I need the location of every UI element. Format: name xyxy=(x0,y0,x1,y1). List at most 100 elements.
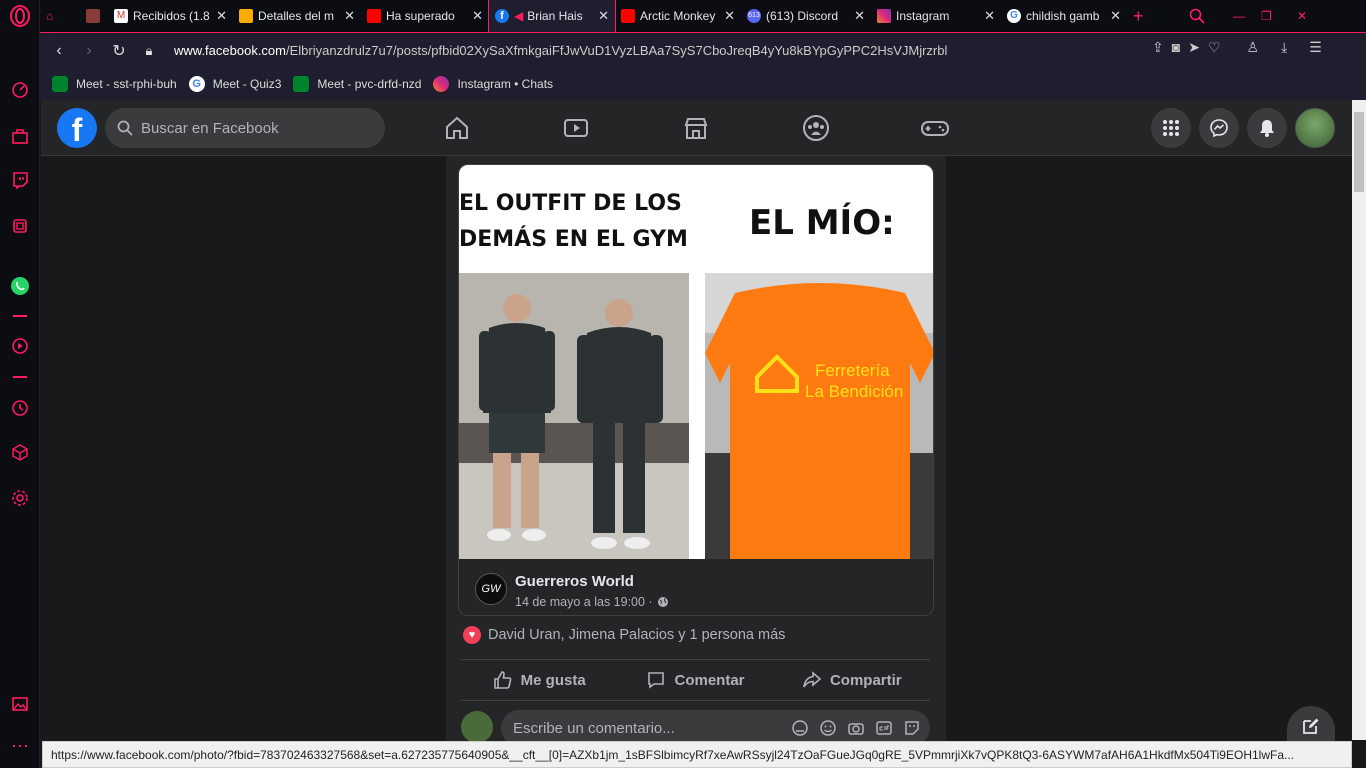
meme-image[interactable]: EL OUTFIT DE LOS DEMÁS EN EL GYM EL MÍO: xyxy=(459,165,933,559)
post-actions: Me gusta Comentar Compartir xyxy=(461,659,930,701)
share-arrow-icon xyxy=(803,671,822,688)
camera-icon[interactable] xyxy=(847,719,865,737)
profile-avatar[interactable] xyxy=(1295,108,1335,148)
download-icon[interactable]: ⤓ xyxy=(1281,39,1287,56)
notifications-bell-icon[interactable] xyxy=(1247,108,1287,148)
new-tab-button[interactable]: + xyxy=(1127,0,1167,32)
comment-button[interactable]: Comentar xyxy=(617,660,773,700)
page-scrollbar[interactable] xyxy=(1352,100,1366,740)
reload-button[interactable]: ↻ xyxy=(104,36,134,66)
new-message-button[interactable] xyxy=(1287,706,1335,746)
share-icon[interactable]: ⇪ xyxy=(1152,39,1164,56)
shirt-text-2: La Bendición xyxy=(805,382,903,401)
tab-youtube-2[interactable]: Arctic Monkey ✕ xyxy=(615,0,741,32)
orange-shirt-photo: Ferretería La Bendición xyxy=(705,273,933,559)
tab-discord[interactable]: 613 (613) Discord ✕ xyxy=(741,0,871,32)
reactions-summary[interactable]: ♥ David Uran, Jimena Palacios y 1 person… xyxy=(463,626,785,644)
url-path: /Elbriyanzdrulz7u7/posts/pfbid02XySaXfmk… xyxy=(286,43,948,58)
comment-icon xyxy=(648,672,665,689)
heart-icon[interactable]: ♡ xyxy=(1208,39,1221,56)
tab-gx[interactable]: ⌂ xyxy=(40,0,80,32)
groups-icon[interactable] xyxy=(802,114,830,142)
facebook-search[interactable]: Buscar en Facebook xyxy=(105,108,385,148)
easy-setup-icon[interactable]: ☰ xyxy=(1309,39,1322,56)
messenger-icon[interactable] xyxy=(1199,108,1239,148)
whatsapp-icon[interactable] xyxy=(8,274,32,298)
close-tab-icon[interactable]: ✕ xyxy=(854,8,865,24)
close-tab-icon[interactable]: ✕ xyxy=(724,8,735,24)
post-date[interactable]: 14 de mayo a las 19:00 · xyxy=(515,595,653,609)
emoji-icon[interactable] xyxy=(819,719,837,737)
opera-sidebar: ⋯ xyxy=(0,0,40,768)
gif-icon[interactable] xyxy=(875,719,893,737)
tab-classroom[interactable]: Detalles del m ✕ xyxy=(233,0,361,32)
close-window-icon[interactable]: ✕ xyxy=(1291,0,1321,32)
share-button[interactable]: Compartir xyxy=(774,660,930,700)
marketplace-icon[interactable] xyxy=(682,114,710,142)
speed-dial-icon[interactable] xyxy=(8,78,32,102)
history-icon[interactable] xyxy=(8,396,32,420)
url-field[interactable]: www.facebook.com/Elbriyanzdrulz7u7/posts… xyxy=(174,43,947,58)
my-avatar[interactable] xyxy=(461,711,493,743)
tab-image[interactable] xyxy=(80,0,108,32)
tab-facebook[interactable]: f ◀ Brian Hais ✕ xyxy=(488,0,616,33)
gaming-icon[interactable] xyxy=(920,114,950,142)
bookmark-meet-1[interactable]: Meet - sst-rphi-buh xyxy=(52,76,177,92)
forward-button[interactable]: › xyxy=(74,36,104,66)
cube-icon[interactable] xyxy=(8,440,32,464)
meet-icon xyxy=(293,76,310,92)
send-icon[interactable]: ➤ xyxy=(1188,39,1200,56)
close-tab-icon[interactable]: ✕ xyxy=(598,8,609,24)
close-tab-icon[interactable]: ✕ xyxy=(984,8,995,24)
close-tab-icon[interactable]: ✕ xyxy=(344,8,355,24)
back-button[interactable]: ‹ xyxy=(44,36,74,66)
meet-icon xyxy=(52,76,68,92)
instagram-icon xyxy=(433,76,450,92)
sidebar-divider xyxy=(13,376,27,378)
youtube-icon xyxy=(367,9,381,23)
gamepad-icon: ⌂ xyxy=(46,9,54,23)
more-dots-icon[interactable]: ⋯ xyxy=(8,734,32,758)
shared-post-card[interactable]: EL OUTFIT DE LOS DEMÁS EN EL GYM EL MÍO: xyxy=(458,164,934,616)
bookmark-meet-quiz[interactable]: G Meet - Quiz3 xyxy=(188,76,281,92)
home-icon[interactable] xyxy=(443,114,471,142)
minimize-icon[interactable]: — xyxy=(1227,0,1255,32)
profile-icon[interactable]: ♙ xyxy=(1247,39,1260,56)
tab-gmail[interactable]: M Recibidos (1.8 ✕ xyxy=(108,0,233,32)
sticker-icon[interactable] xyxy=(903,719,921,737)
page-name[interactable]: Guerreros World xyxy=(515,573,634,590)
youtube-icon xyxy=(621,9,635,23)
bookmark-instagram[interactable]: Instagram • Chats xyxy=(433,76,553,92)
menu-grid-icon[interactable] xyxy=(1151,108,1191,148)
tab-bar: ⌂ M Recibidos (1.8 ✕ Detalles del m ✕ Ha su… xyxy=(40,0,1366,33)
page-avatar[interactable]: GW xyxy=(475,573,507,605)
extensions-icon[interactable] xyxy=(8,214,32,238)
meme-caption-right: EL MÍO: xyxy=(749,203,895,243)
tab-instagram[interactable]: Instagram ✕ xyxy=(871,0,1001,32)
google-icon: G xyxy=(1007,9,1021,23)
tab-search-icon[interactable] xyxy=(1167,0,1227,32)
speaker-icon[interactable]: ◀ xyxy=(514,9,523,23)
close-tab-icon[interactable]: ✕ xyxy=(472,8,483,24)
player-icon[interactable] xyxy=(8,334,32,358)
watch-icon[interactable] xyxy=(562,114,590,142)
close-tab-icon[interactable]: ✕ xyxy=(1110,8,1121,24)
like-button[interactable]: Me gusta xyxy=(461,660,617,700)
scrollbar-thumb[interactable] xyxy=(1354,112,1364,192)
tab-youtube-1[interactable]: Ha superado ✕ xyxy=(361,0,489,32)
bookmark-meet-2[interactable]: Meet - pvc-drfd-nzd xyxy=(293,76,421,92)
gallery-icon[interactable] xyxy=(8,692,32,716)
close-tab-icon[interactable]: ✕ xyxy=(216,8,227,24)
restore-icon[interactable]: ❐ xyxy=(1255,0,1291,32)
lock-icon[interactable]: 🔒︎ xyxy=(134,36,164,66)
facebook-logo[interactable]: f xyxy=(57,108,97,148)
opera-logo-icon[interactable] xyxy=(8,4,32,28)
bag-icon[interactable] xyxy=(8,124,32,148)
camera-icon[interactable]: ◙ xyxy=(1172,39,1180,56)
meme-caption-left-2: DEMÁS EN EL GYM xyxy=(459,227,688,252)
avatar-sticker-icon[interactable] xyxy=(791,719,809,737)
tab-google[interactable]: Gchildish gamb ✕ xyxy=(1001,0,1127,32)
twitch-icon[interactable] xyxy=(8,168,32,192)
globe-icon xyxy=(657,597,668,607)
settings-gear-icon[interactable] xyxy=(8,486,32,510)
